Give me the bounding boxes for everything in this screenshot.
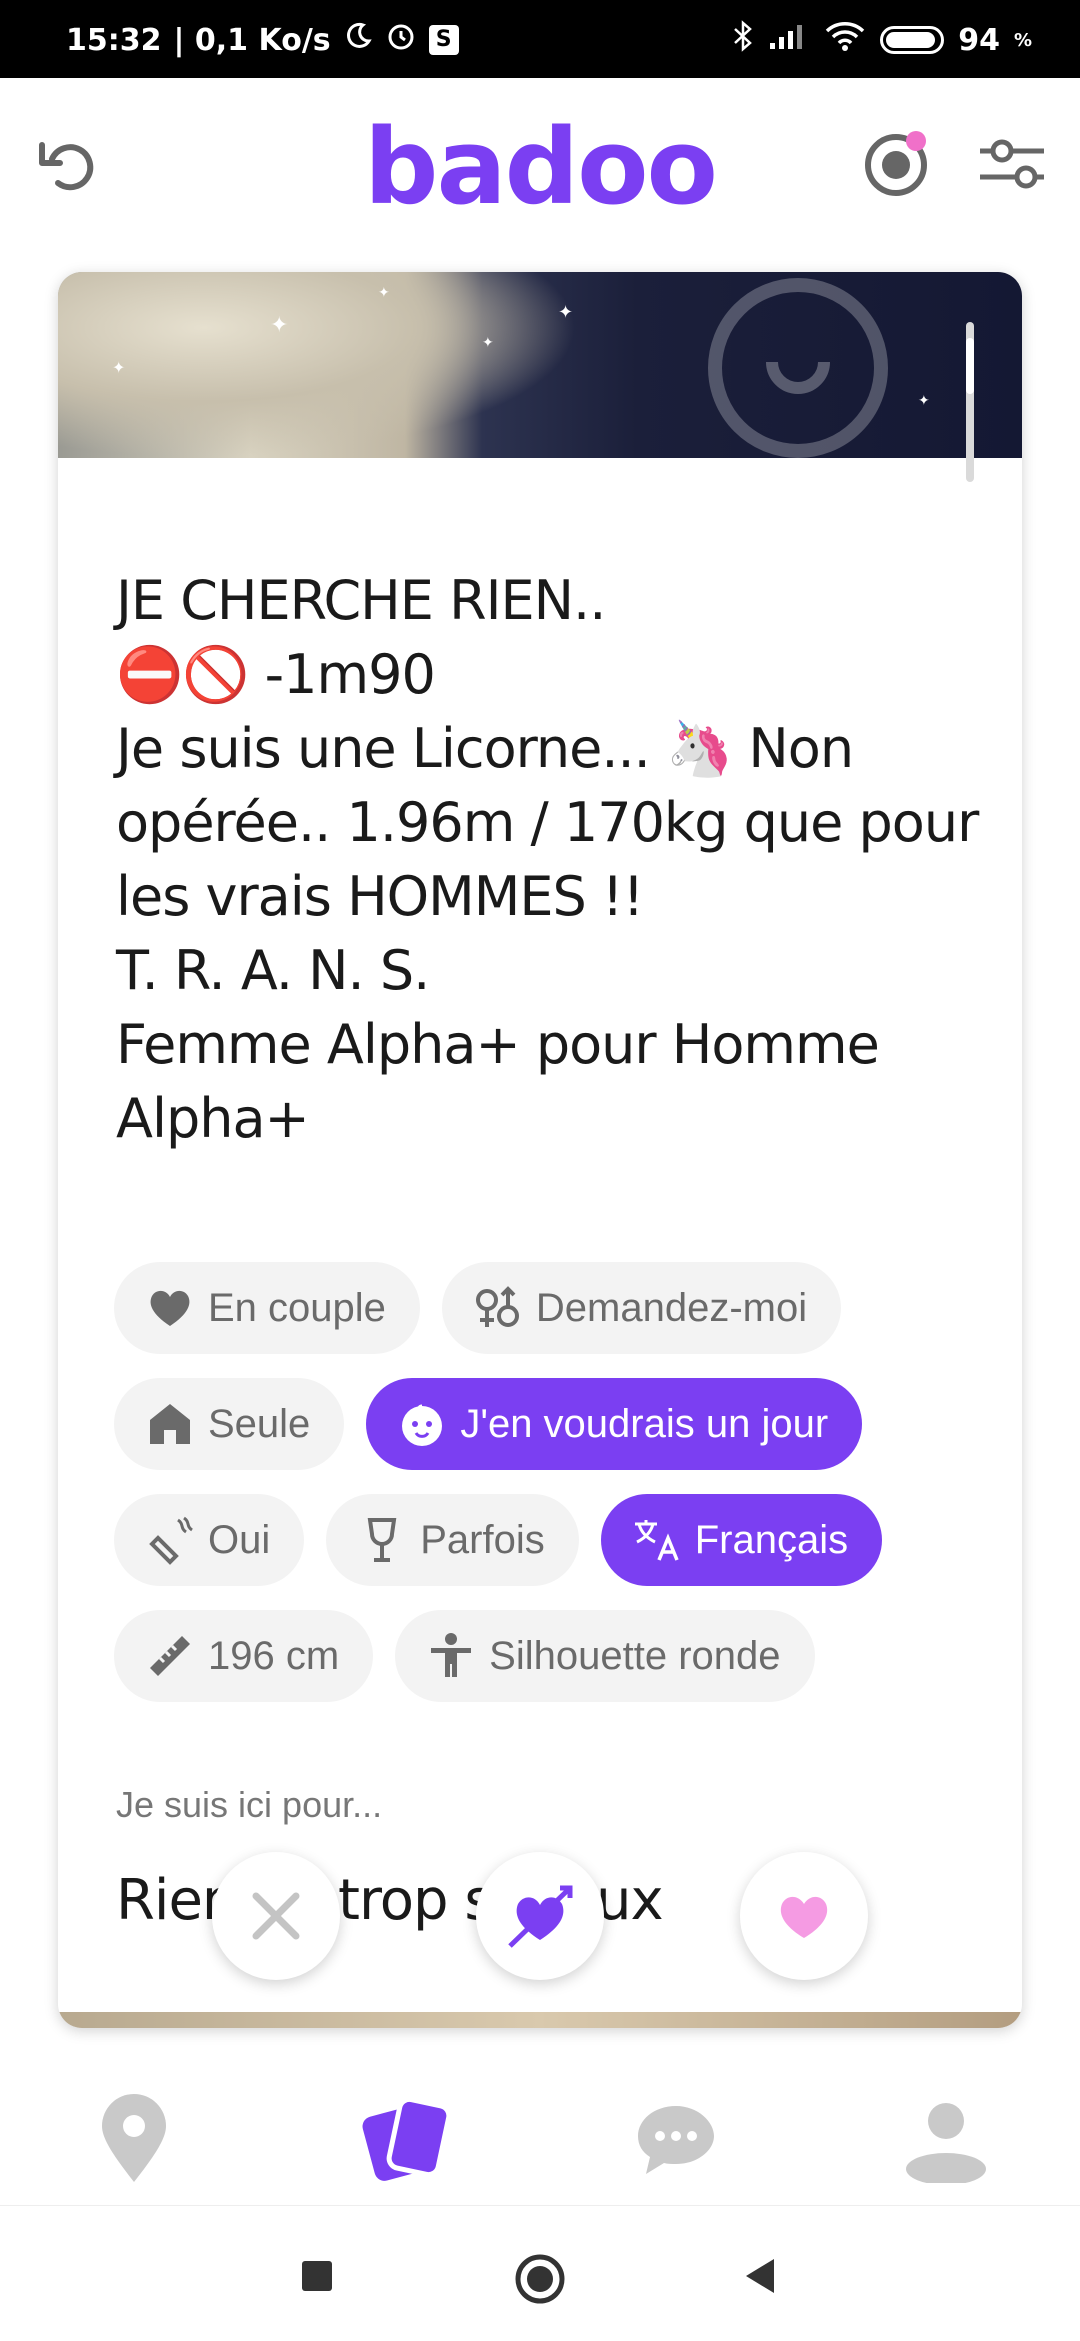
close-icon: [252, 1892, 300, 1940]
chip-language: Français: [600, 1494, 883, 1586]
wifi-icon: [824, 20, 866, 60]
location-pin-icon: [102, 2094, 166, 2182]
profile-photo[interactable]: ✦ ✦ ✦ ✦ ✦ ✦: [58, 272, 1022, 458]
bio-line: opérée.. 1.96m / 170kg que pour: [116, 791, 979, 854]
bio-line: Femme Alpha+ pour Homme: [116, 1013, 880, 1076]
body-icon: [425, 1630, 477, 1682]
app-header: badoo: [0, 78, 1080, 238]
battery-level: 94: [958, 22, 1000, 58]
home-button[interactable]: [512, 2251, 565, 2304]
bio-line: JE CHERCHE RIEN..: [116, 569, 606, 632]
filters-button[interactable]: [972, 123, 1052, 203]
wine-glass-icon: [356, 1514, 408, 1566]
chip-label: J'en voudrais un jour: [460, 1401, 829, 1446]
battery-icon: [880, 26, 945, 54]
chat-icon: [638, 2106, 714, 2174]
heart-icon: [780, 1896, 828, 1938]
bluetooth-icon: [732, 20, 754, 60]
translate-icon: [631, 1514, 683, 1566]
system-navigation-bar: [0, 2205, 1080, 2341]
like-button[interactable]: [740, 1852, 868, 1980]
profile-bio: JE CHERCHE RIEN.. ⛔🚫 -1m90 Je suis une L…: [116, 564, 979, 1156]
boost-icon: [865, 131, 927, 196]
dislike-button[interactable]: [212, 1852, 340, 1980]
moon-icon: [343, 21, 373, 59]
status-bar: 15:32 | 0,1 Ko/s S 94 %: [0, 0, 1080, 78]
chip-label: Français: [694, 1517, 849, 1562]
chip-label: En couple: [208, 1285, 386, 1330]
recents-square-icon: [302, 2261, 332, 2291]
bio-line: T. R. A. N. S.: [116, 939, 430, 1002]
nav-chats[interactable]: [626, 2090, 726, 2190]
bio-line: Je suis une Licorne... 🦄 Non: [116, 717, 854, 780]
back-button[interactable]: [736, 2251, 786, 2301]
home-circle-icon: [515, 2254, 565, 2304]
status-network-speed: | 0,1 Ko/s: [173, 22, 331, 58]
bio-line: les vrais HOMMES !!: [116, 865, 644, 928]
chip-label: Demandez-moi: [535, 1285, 808, 1330]
nav-encounters[interactable]: [356, 2090, 456, 2190]
back-triangle-icon: [746, 2259, 774, 2293]
chip-height: 196 cm: [114, 1610, 374, 1702]
crush-button[interactable]: [476, 1852, 604, 1980]
boost-button[interactable]: [858, 123, 938, 203]
ruler-icon: [144, 1630, 196, 1682]
smoking-icon: [144, 1514, 196, 1566]
profile-attributes: En couple Demandez-moi Seule J'en voudra…: [114, 1262, 994, 1726]
nav-nearby[interactable]: [84, 2090, 184, 2190]
baby-icon: [396, 1398, 448, 1450]
chip-living: Seule: [114, 1378, 345, 1470]
gender-icon: [472, 1282, 524, 1334]
bio-line: ⛔🚫 -1m90: [116, 643, 436, 706]
card-scroll-thumb[interactable]: [966, 338, 974, 394]
chip-smoking: Oui: [114, 1494, 305, 1586]
next-photo-edge: [58, 2012, 1022, 2028]
bio-line: Alpha+: [116, 1087, 310, 1150]
chip-children: J'en voudrais un jour: [366, 1378, 863, 1470]
here-for-label: Je suis ici pour...: [116, 1784, 383, 1825]
status-time: 15:32: [66, 22, 162, 58]
chip-label: Oui: [208, 1517, 271, 1562]
filters-icon: [980, 139, 1044, 189]
s-notification-icon: S: [428, 25, 459, 55]
heart-icon: [144, 1282, 196, 1334]
chip-relationship: En couple: [114, 1262, 420, 1354]
heart-arrow-icon: [508, 1885, 573, 1948]
battery-unit: %: [1013, 29, 1032, 51]
chip-sexuality: Demandez-moi: [441, 1262, 842, 1354]
house-icon: [144, 1398, 196, 1450]
chip-body-type: Silhouette ronde: [395, 1610, 815, 1702]
signal-icon: [768, 21, 810, 59]
profile-card[interactable]: ✦ ✦ ✦ ✦ ✦ ✦ JE CHERCHE RIEN.. ⛔🚫 -1m90 J…: [58, 272, 1022, 2028]
chip-label: Seule: [208, 1401, 311, 1446]
nav-profile[interactable]: [896, 2090, 996, 2190]
chip-label: Parfois: [420, 1517, 545, 1562]
cards-icon: [362, 2096, 452, 2181]
recents-button[interactable]: [292, 2251, 342, 2301]
chip-drinking: Parfois: [326, 1494, 579, 1586]
profile-icon: [906, 2103, 986, 2183]
badoo-watermark-icon: [708, 278, 888, 458]
bottom-navigation: [0, 2060, 1080, 2205]
chip-label: 196 cm: [208, 1633, 340, 1678]
alarm-icon: [385, 20, 417, 60]
chip-label: Silhouette ronde: [489, 1633, 781, 1678]
